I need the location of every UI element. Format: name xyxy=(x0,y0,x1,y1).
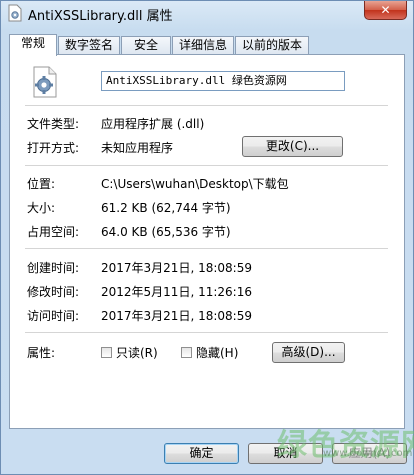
window-title: AntiXSSLibrary.dll 属性 xyxy=(28,9,173,24)
tab-details[interactable]: 详细信息 xyxy=(172,36,234,55)
accessed-value: 2017年3月21日, 18:08:59 xyxy=(101,309,252,323)
change-button[interactable]: 更改(C)... xyxy=(242,136,343,157)
created-value: 2017年3月21日, 18:08:59 xyxy=(101,261,252,275)
properties-window: AntiXSSLibrary.dll 属性 ✕ 常规 数字签名 安全 详细信息 … xyxy=(0,0,414,475)
open-with-label: 打开方式: xyxy=(27,141,80,155)
readonly-label[interactable]: 只读(R) xyxy=(116,344,158,361)
file-type-value: 应用程序扩展 (.dll) xyxy=(101,117,205,131)
filename-field[interactable]: AntiXSSLibrary.dll 绿色资源网 xyxy=(101,71,345,91)
open-with-value: 未知应用程序 xyxy=(101,141,174,155)
divider xyxy=(25,105,388,106)
readonly-checkbox[interactable] xyxy=(101,347,112,358)
attributes-label: 属性: xyxy=(27,346,56,360)
divider xyxy=(25,165,388,166)
size-on-disk-value: 64.0 KB (65,536 字节) xyxy=(101,225,231,239)
general-panel: AntiXSSLibrary.dll 绿色资源网 文件类型: 应用程序扩展 (.… xyxy=(9,54,405,429)
size-label: 大小: xyxy=(27,201,56,215)
hidden-label[interactable]: 隐藏(H) xyxy=(196,344,238,361)
divider xyxy=(25,332,388,333)
close-button[interactable]: ✕ xyxy=(364,1,407,20)
size-value: 61.2 KB (62,744 字节) xyxy=(101,201,231,215)
ok-button[interactable]: 确定 xyxy=(164,443,239,464)
size-on-disk-label: 占用空间: xyxy=(27,225,80,239)
dll-file-icon xyxy=(8,4,22,22)
location-value: C:\Users\wuhan\Desktop\下载包 xyxy=(101,177,289,191)
tab-previous-versions[interactable]: 以前的版本 xyxy=(235,36,309,55)
modified-value: 2012年5月11日, 11:26:16 xyxy=(101,285,252,299)
tab-digital-signatures[interactable]: 数字签名 xyxy=(58,36,120,55)
location-label: 位置: xyxy=(27,177,56,191)
file-type-label: 文件类型: xyxy=(27,117,80,131)
hidden-checkbox[interactable] xyxy=(181,347,192,358)
gear-file-icon xyxy=(33,66,57,98)
title-bar[interactable]: AntiXSSLibrary.dll 属性 ✕ xyxy=(1,1,413,29)
advanced-button[interactable]: 高级(D)... xyxy=(272,342,345,363)
tab-security[interactable]: 安全 xyxy=(121,36,171,55)
accessed-label: 访问时间: xyxy=(27,309,80,323)
watermark-url: www.downcc.com xyxy=(323,448,413,459)
modified-label: 修改时间: xyxy=(27,285,80,299)
tab-general[interactable]: 常规 xyxy=(9,34,57,56)
divider xyxy=(25,248,388,249)
created-label: 创建时间: xyxy=(27,261,80,275)
